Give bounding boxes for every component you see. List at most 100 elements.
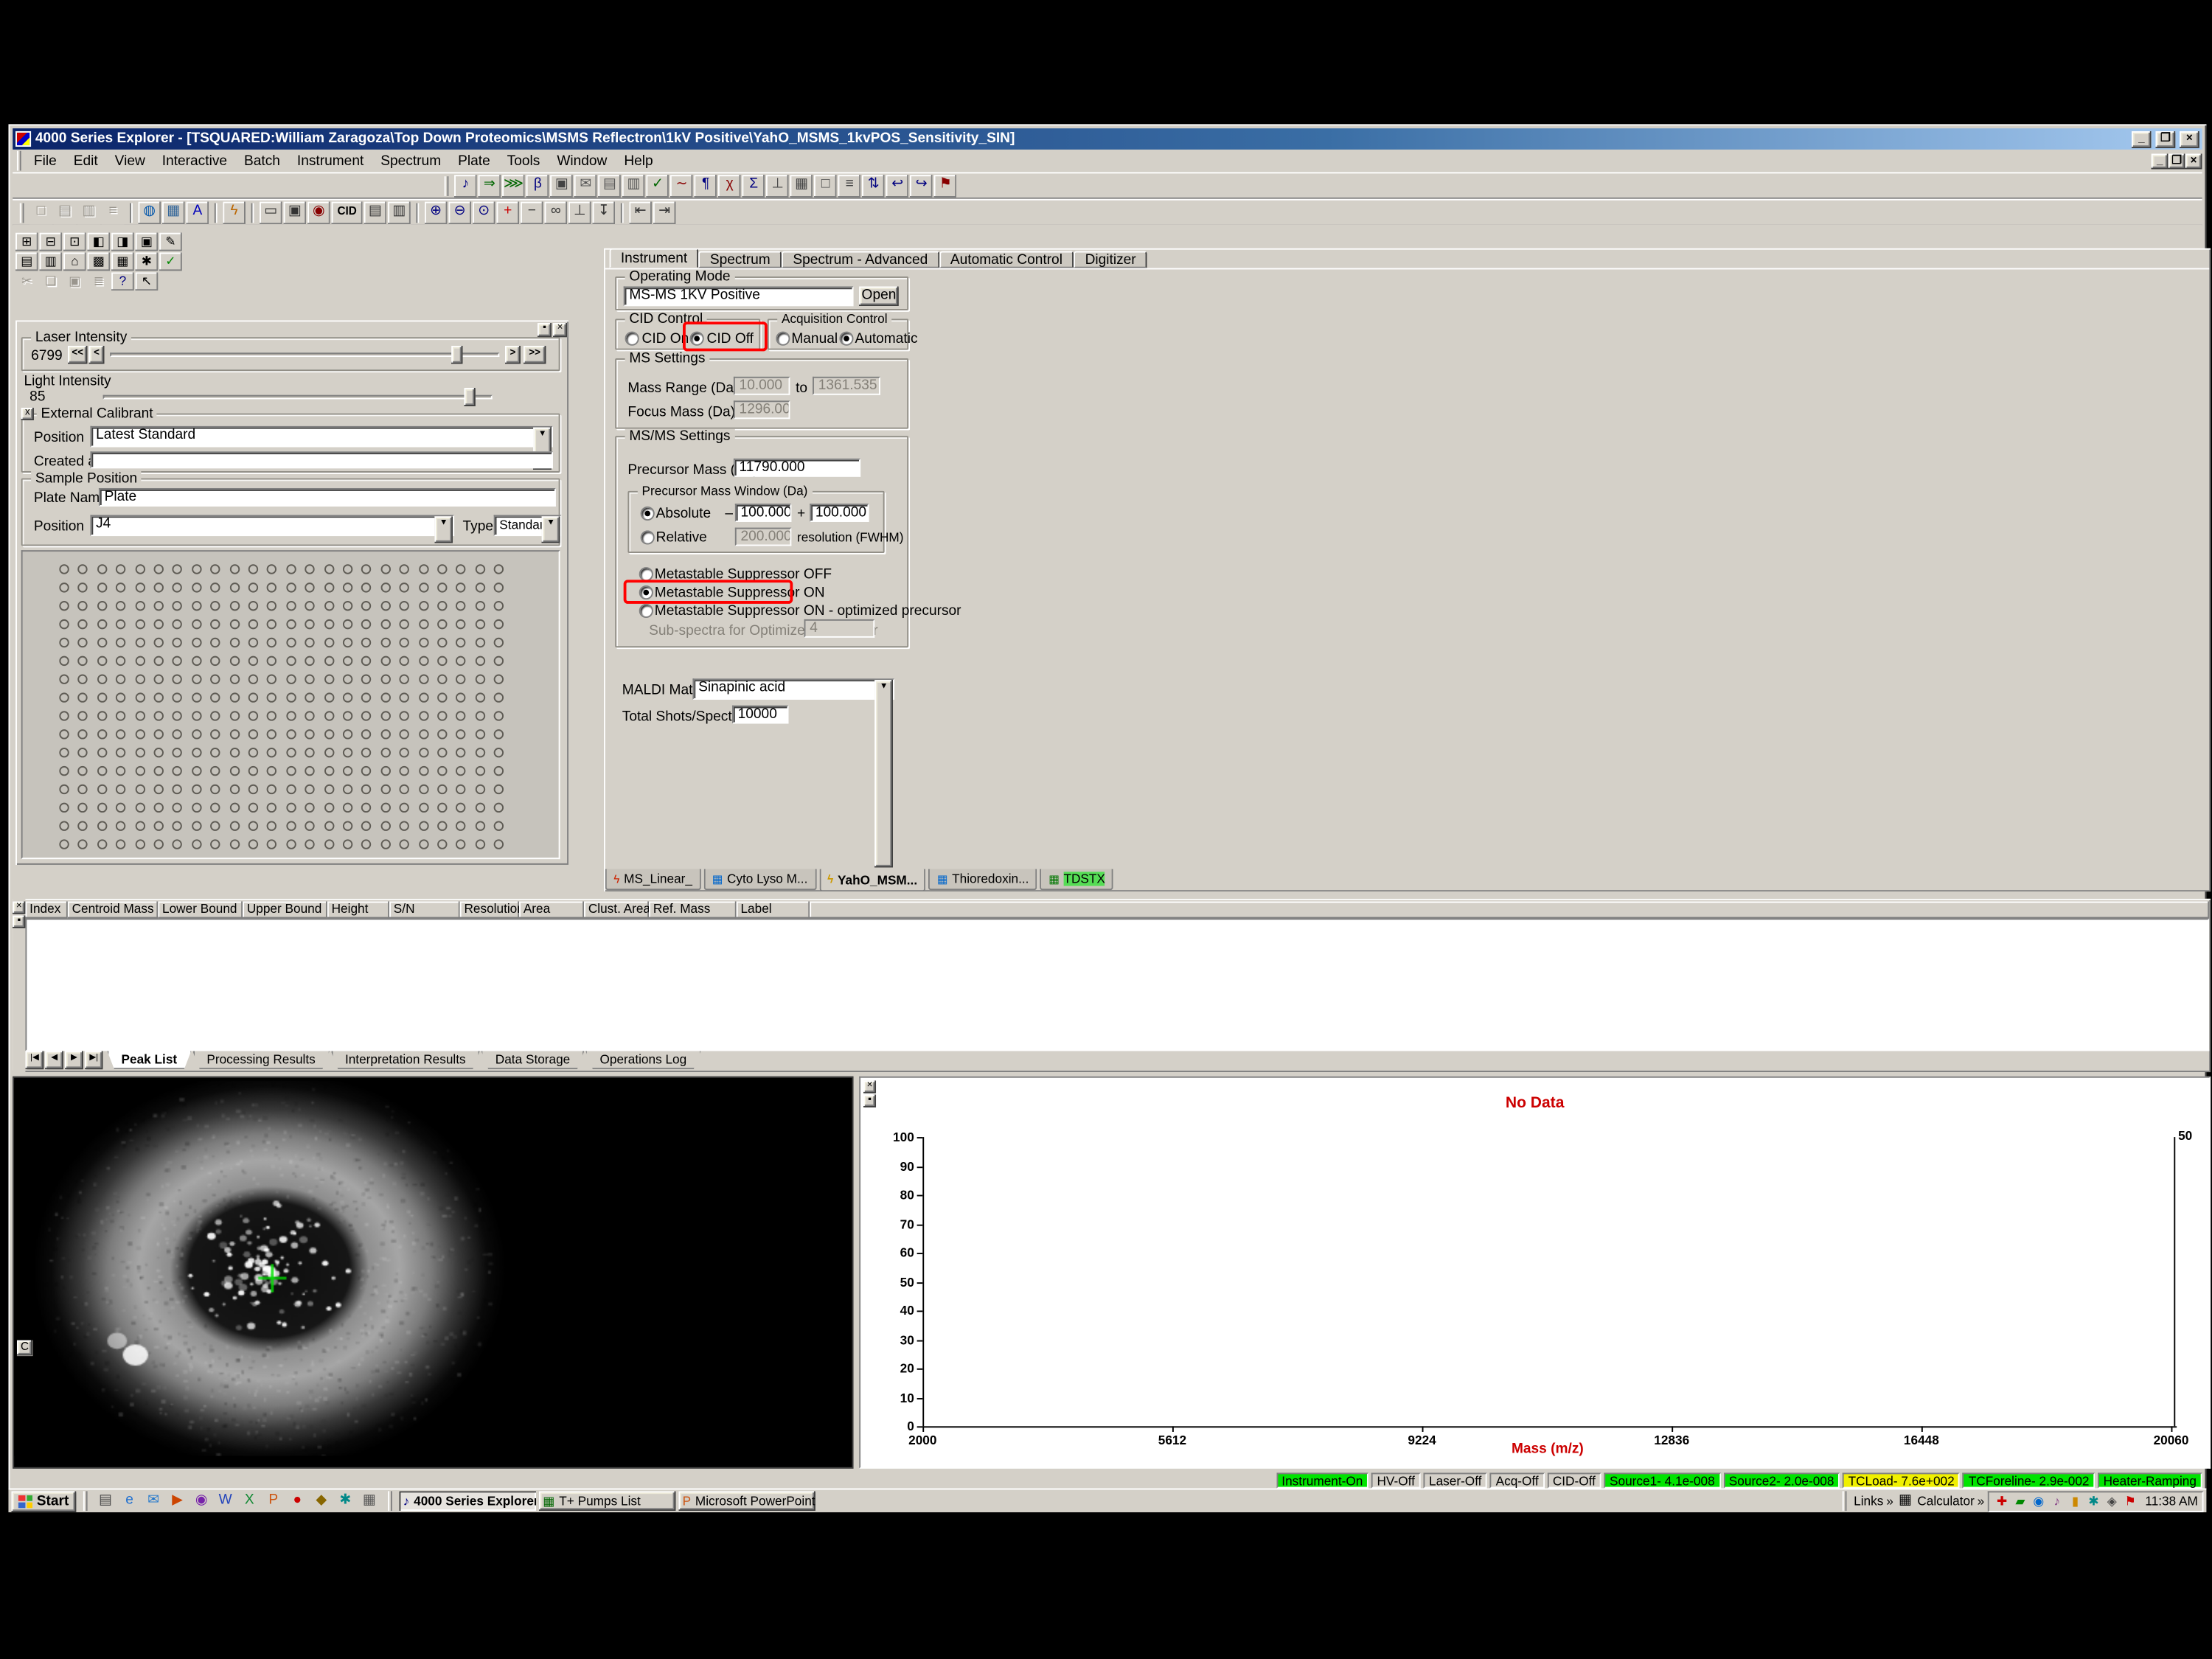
plate-well[interactable] xyxy=(362,748,372,757)
plate-well[interactable] xyxy=(154,656,164,666)
plate-well[interactable] xyxy=(343,601,352,611)
grid-view-icon[interactable]: ▦ xyxy=(111,252,134,271)
plate-well[interactable] xyxy=(229,619,239,629)
sheet-tab-peak-list[interactable]: Peak List xyxy=(107,1051,191,1069)
plate-well[interactable] xyxy=(267,692,276,702)
plate-well[interactable] xyxy=(248,785,258,794)
alerts-icon[interactable]: ⚑ xyxy=(2121,1492,2140,1510)
plate-well[interactable] xyxy=(494,839,504,849)
plate-well[interactable] xyxy=(229,785,239,794)
plate-well[interactable] xyxy=(380,785,390,794)
plate-well[interactable] xyxy=(305,803,315,813)
detector-icon[interactable]: ▣ xyxy=(551,174,574,197)
plate-well[interactable] xyxy=(418,656,428,666)
plate-well[interactable] xyxy=(267,582,276,592)
plate-well[interactable] xyxy=(305,656,315,666)
plate-well[interactable] xyxy=(173,656,182,666)
plate-well[interactable] xyxy=(229,564,239,574)
plate-well[interactable] xyxy=(305,619,315,629)
plate-well[interactable] xyxy=(380,821,390,831)
doc-tab-ms-linear[interactable]: ϟMS_Linear_ xyxy=(605,869,701,891)
plate-well[interactable] xyxy=(116,785,125,794)
plate-well[interactable] xyxy=(380,766,390,776)
created-at-field[interactable] xyxy=(90,451,553,468)
panel-b-icon[interactable]: ▥ xyxy=(388,201,411,224)
plate-well[interactable] xyxy=(59,692,69,702)
laser-intensity-slider[interactable] xyxy=(110,352,499,357)
plate-name-field[interactable]: Plate xyxy=(99,488,556,507)
health-monitor-icon[interactable]: ✚ xyxy=(1993,1492,2011,1510)
plate-well[interactable] xyxy=(437,619,447,629)
plate-well[interactable] xyxy=(324,564,333,574)
plate-well[interactable] xyxy=(362,582,372,592)
plate-well[interactable] xyxy=(173,821,182,831)
column-header-centroid-mass[interactable]: Centroid Mass xyxy=(68,902,158,919)
plate-well[interactable] xyxy=(475,729,484,739)
plate-well[interactable] xyxy=(475,601,484,611)
plate-well[interactable] xyxy=(286,821,296,831)
laser-fwd-button[interactable]: > xyxy=(505,346,521,364)
plate-well[interactable] xyxy=(97,638,107,647)
plate-well[interactable] xyxy=(437,692,447,702)
plate-well[interactable] xyxy=(475,656,484,666)
plate-well[interactable] xyxy=(154,839,164,849)
plate-well[interactable] xyxy=(78,839,88,849)
beta-mode-icon[interactable]: β xyxy=(526,174,549,197)
menu-file[interactable]: File xyxy=(25,152,65,170)
zoom-in-icon[interactable]: ⊕ xyxy=(425,201,448,224)
plate-well[interactable] xyxy=(135,582,145,592)
plate-well[interactable] xyxy=(380,564,390,574)
plate-well[interactable] xyxy=(135,564,145,574)
plate-well[interactable] xyxy=(305,692,315,702)
plate-well[interactable] xyxy=(173,729,182,739)
plate-well[interactable] xyxy=(97,766,107,776)
sort-icon[interactable]: ⇅ xyxy=(862,174,885,197)
plate-well[interactable] xyxy=(97,619,107,629)
plate-well[interactable] xyxy=(154,711,164,720)
plate-well[interactable] xyxy=(494,656,504,666)
plate-well[interactable] xyxy=(97,748,107,757)
plate-well[interactable] xyxy=(154,785,164,794)
window-high-field[interactable]: 100.000 xyxy=(810,504,869,522)
plate-well[interactable] xyxy=(400,711,409,720)
plate-well[interactable] xyxy=(267,803,276,813)
plate-map-icon[interactable]: ▦ xyxy=(790,174,813,197)
maldi-matrix-select[interactable]: Sinapinic acid xyxy=(692,678,894,700)
chevron-icon[interactable]: » xyxy=(1978,1494,1985,1508)
plate-well[interactable] xyxy=(343,729,352,739)
plate-well[interactable] xyxy=(97,564,107,574)
plate-well[interactable] xyxy=(456,748,466,757)
menu-edit[interactable]: Edit xyxy=(65,152,106,170)
spectrum-plot[interactable]: No Data Mass (m/z) 50 100908070605040302… xyxy=(860,1078,2209,1467)
plate-well[interactable] xyxy=(154,675,164,684)
plate-well[interactable] xyxy=(210,564,220,574)
plate-well[interactable] xyxy=(173,619,182,629)
plate-well[interactable] xyxy=(154,601,164,611)
plate-well[interactable] xyxy=(267,821,276,831)
plate-well[interactable] xyxy=(267,711,276,720)
plate-well[interactable] xyxy=(362,766,372,776)
plate-well[interactable] xyxy=(135,821,145,831)
plate-well[interactable] xyxy=(210,821,220,831)
plate-well[interactable] xyxy=(400,675,409,684)
relative-radio[interactable] xyxy=(641,530,655,544)
plate-well[interactable] xyxy=(116,692,125,702)
plate-well[interactable] xyxy=(173,601,182,611)
links-toolbar[interactable]: Links xyxy=(1854,1494,1883,1508)
split-right-icon[interactable]: ◨ xyxy=(111,233,134,251)
utility-a-icon[interactable]: ◆ xyxy=(310,1491,333,1511)
plate-well[interactable] xyxy=(475,803,484,813)
plate-well[interactable] xyxy=(248,656,258,666)
plate-well[interactable] xyxy=(400,766,409,776)
region-select-icon[interactable]: □ xyxy=(814,174,837,197)
plate-well[interactable] xyxy=(437,601,447,611)
plate-well[interactable] xyxy=(494,711,504,720)
plate-well[interactable] xyxy=(494,821,504,831)
plate-well[interactable] xyxy=(210,582,220,592)
close-button[interactable]: × xyxy=(2180,131,2199,147)
plate-well[interactable] xyxy=(286,803,296,813)
plate-well[interactable] xyxy=(154,582,164,592)
camera-feed[interactable] xyxy=(14,1081,522,1456)
plate-well[interactable] xyxy=(192,582,201,592)
plate-well[interactable] xyxy=(192,692,201,702)
